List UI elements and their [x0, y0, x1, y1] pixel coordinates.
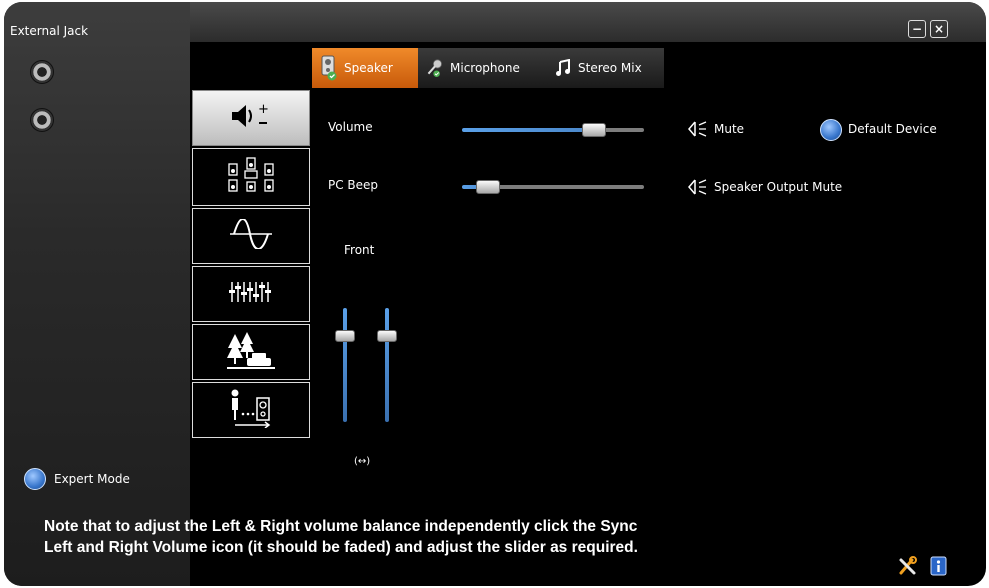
jack-2-icon[interactable] [30, 108, 54, 132]
default-device-label[interactable]: Default Device [848, 122, 937, 136]
info-icon[interactable] [930, 556, 948, 580]
settings-tools-icon[interactable] [898, 556, 918, 580]
volume-plus-minus-icon: + [228, 101, 274, 135]
room-correction-icon [227, 388, 275, 432]
instruction-note: Note that to adjust the Left & Right vol… [44, 516, 638, 558]
front-right-slider-track [385, 308, 389, 422]
note-line-1: Note that to adjust the Left & Right vol… [44, 518, 638, 535]
default-device-radio[interactable] [820, 119, 842, 141]
sidebar-item-environment[interactable] [192, 324, 310, 380]
note-line-2: Left and Right Volume icon (it should be… [44, 539, 638, 556]
waveform-icon [228, 218, 274, 253]
sidebar-item-volume-settings[interactable]: + [192, 90, 310, 146]
left-panel [4, 2, 190, 586]
volume-slider-thumb[interactable] [582, 123, 606, 137]
mute-speaker-icon[interactable] [686, 121, 708, 141]
speaker-output-mute-icon[interactable] [686, 179, 708, 199]
pc-beep-slider-track [490, 185, 644, 189]
volume-label: Volume [328, 120, 373, 134]
tab-speaker[interactable]: Speaker [312, 48, 418, 88]
speaker-config-icon [225, 156, 277, 198]
front-left-slider-thumb[interactable] [335, 330, 355, 342]
close-button[interactable]: × [930, 20, 948, 38]
tab-speaker-label: Speaker [344, 61, 393, 75]
expert-mode-radio[interactable] [24, 468, 46, 490]
tab-microphone-label: Microphone [450, 61, 520, 75]
sync-left-right-icon[interactable]: (↔) [354, 456, 370, 467]
mute-label[interactable]: Mute [714, 122, 744, 136]
music-note-icon [554, 56, 572, 80]
speaker-output-mute-label[interactable]: Speaker Output Mute [714, 180, 842, 194]
environment-icon [225, 330, 277, 374]
bottom-toolbar [898, 556, 948, 580]
equalizer-icon [228, 280, 274, 308]
sidebar-item-speaker-configuration[interactable] [192, 148, 310, 206]
speaker-icon [320, 55, 338, 81]
pc-beep-slider-thumb[interactable] [476, 180, 500, 194]
sidebar-item-room-correction[interactable] [192, 382, 310, 438]
pc-beep-label: PC Beep [328, 178, 379, 192]
minimize-button[interactable]: − [908, 20, 926, 38]
tab-microphone[interactable]: Microphone [418, 48, 546, 88]
audio-manager-window: External Jack − × Speaker Microphone Ste… [4, 2, 986, 586]
volume-slider-fill [462, 128, 602, 132]
tab-stereo-mix[interactable]: Stereo Mix [546, 48, 664, 88]
sidebar-item-sound-effects[interactable] [192, 208, 310, 264]
volume-slider-track [600, 128, 644, 132]
tab-stereo-mix-label: Stereo Mix [578, 61, 642, 75]
external-jack-label: External Jack [10, 24, 89, 38]
front-right-slider-thumb[interactable] [377, 330, 397, 342]
expert-mode-label[interactable]: Expert Mode [54, 472, 130, 486]
jack-1-icon[interactable] [30, 60, 54, 84]
sidebar-item-equalizer[interactable] [192, 266, 310, 322]
microphone-icon [426, 56, 444, 80]
svg-text:+: + [258, 102, 269, 117]
front-left-slider-track [343, 308, 347, 422]
front-label: Front [344, 243, 375, 257]
